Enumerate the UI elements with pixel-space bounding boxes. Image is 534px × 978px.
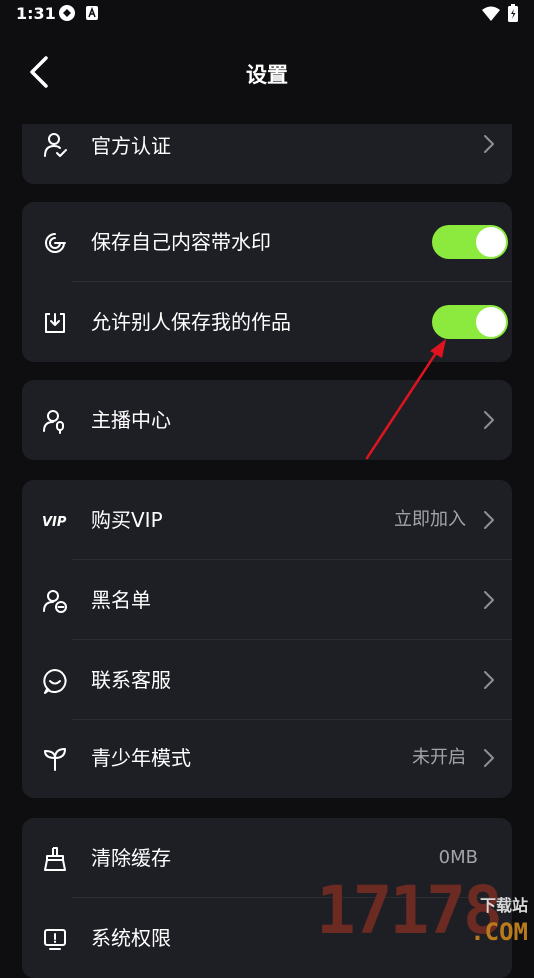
- allow-save-toggle[interactable]: [432, 305, 508, 339]
- row-label: 允许别人保存我的作品: [91, 310, 291, 334]
- chevron-right-icon: [484, 671, 494, 689]
- blocked-user-icon: [43, 590, 67, 613]
- site-watermark-logo: 17178 下载站 .COM: [316, 872, 534, 950]
- buy-vip-row[interactable]: VIP 购买VIP 立即加入: [22, 480, 512, 560]
- broom-icon: [44, 847, 66, 871]
- youth-mode-row[interactable]: 青少年模式 未开启: [22, 718, 512, 798]
- nav-bar-overlay: 设置: [0, 28, 534, 118]
- verified-user-icon: [44, 133, 67, 157]
- customer-service-icon: [43, 669, 67, 694]
- download-icon: [45, 313, 65, 333]
- svg-text:VIP: VIP: [42, 515, 67, 530]
- watermark-site: 下载站: [479, 896, 528, 915]
- notification-app-icon: [59, 5, 75, 21]
- status-time: 1:31: [16, 4, 56, 23]
- watermark-card: 保存自己内容带水印 允许别人保存我的作品: [22, 202, 512, 362]
- header-layer: 1:31 设置: [0, 0, 534, 124]
- anchor-card: 主播中心: [22, 380, 512, 460]
- chevron-right-icon: [484, 511, 494, 529]
- anchor-center-row[interactable]: 主播中心: [22, 380, 512, 460]
- watermark-domain: .COM: [470, 918, 528, 946]
- row-value: 立即加入: [394, 509, 466, 530]
- anchor-mic-icon: [43, 410, 64, 434]
- permission-icon: [44, 929, 66, 950]
- account-card: VIP 购买VIP 立即加入 黑名单 联系客服 青少年模式 未开启: [22, 480, 512, 798]
- row-label: 联系客服: [91, 668, 171, 692]
- chevron-right-icon: [484, 135, 494, 153]
- row-label: 清除缓存: [91, 846, 171, 870]
- row-label: 系统权限: [91, 926, 171, 950]
- sprout-icon: [44, 748, 66, 771]
- row-label: 购买VIP: [91, 508, 163, 532]
- row-label: 保存自己内容带水印: [91, 230, 271, 254]
- save-watermark-toggle[interactable]: [432, 225, 508, 259]
- notification-a-icon: [86, 6, 98, 20]
- allow-others-save-row: 允许别人保存我的作品: [22, 282, 512, 362]
- chevron-right-icon: [484, 591, 494, 609]
- toggle-knob: [476, 227, 506, 257]
- contact-support-row[interactable]: 联系客服: [22, 640, 512, 720]
- row-value: 未开启: [412, 747, 466, 768]
- toggle-knob: [476, 307, 506, 337]
- chevron-right-icon: [484, 411, 494, 429]
- save-own-watermark-row: 保存自己内容带水印: [22, 202, 512, 282]
- blacklist-row[interactable]: 黑名单: [22, 560, 512, 640]
- vip-icon: VIP: [42, 515, 67, 530]
- watermark-icon: [45, 233, 66, 253]
- row-label: 青少年模式: [91, 746, 191, 770]
- status-bar-overlay: 1:31: [0, 0, 534, 28]
- row-label: 黑名单: [91, 588, 151, 612]
- wifi-icon: [482, 6, 500, 21]
- battery-icon: [508, 4, 518, 22]
- page-title: 设置: [246, 63, 288, 87]
- row-label: 主播中心: [91, 408, 171, 432]
- chevron-right-icon: [484, 749, 494, 767]
